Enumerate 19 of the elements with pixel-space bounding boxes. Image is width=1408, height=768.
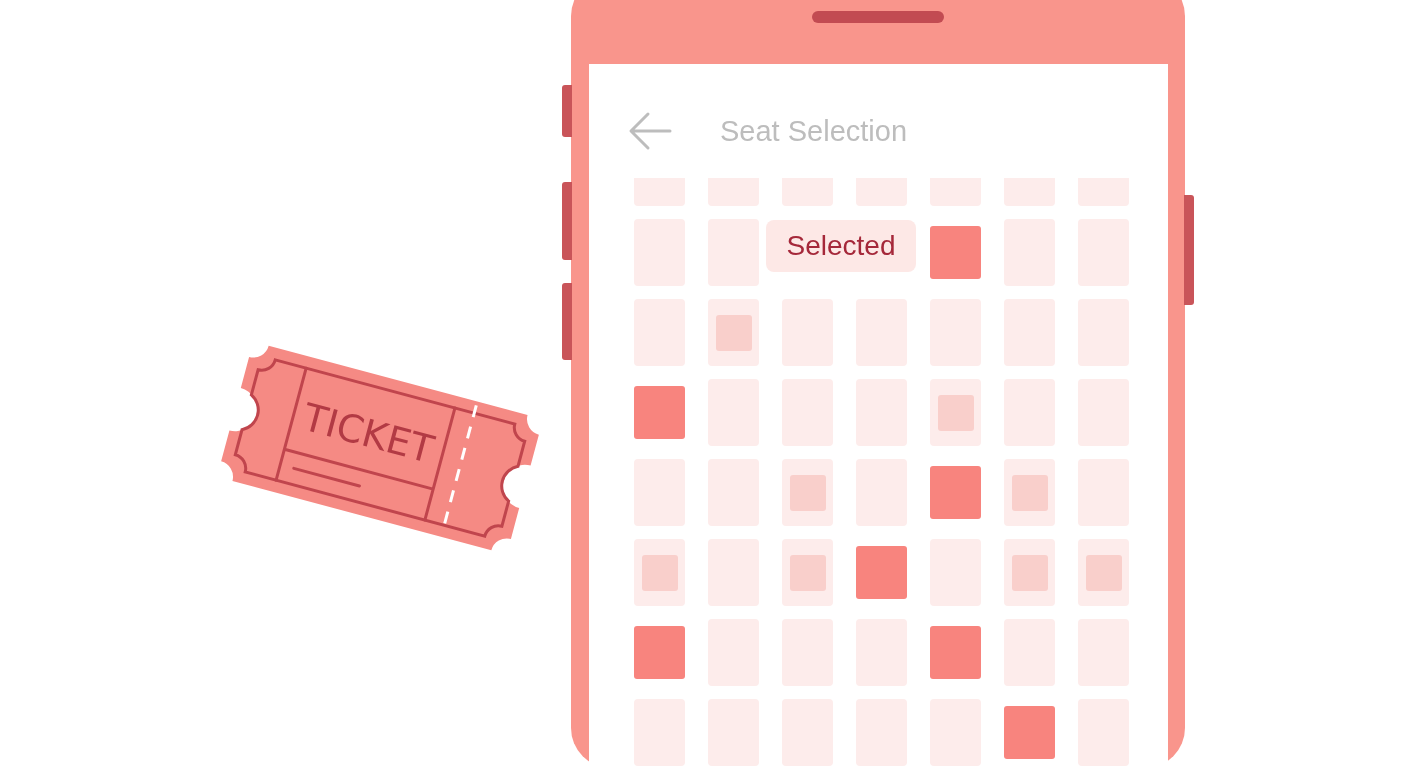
- seat[interactable]: [930, 226, 981, 279]
- seat[interactable]: [930, 466, 981, 519]
- ticket-text: TICKET: [298, 395, 439, 472]
- seat[interactable]: [1004, 706, 1055, 759]
- seat[interactable]: [708, 299, 759, 366]
- seat[interactable]: [634, 539, 685, 606]
- selected-label: Selected: [766, 220, 916, 272]
- seat[interactable]: [782, 459, 833, 526]
- seat[interactable]: [782, 539, 833, 606]
- back-icon[interactable]: [628, 111, 672, 151]
- seat[interactable]: [930, 379, 981, 446]
- seat[interactable]: [1004, 539, 1055, 606]
- seat[interactable]: [634, 626, 685, 679]
- seat[interactable]: [1078, 539, 1129, 606]
- screen-title: Seat Selection: [720, 114, 907, 149]
- seat[interactable]: [856, 546, 907, 599]
- seat[interactable]: [930, 626, 981, 679]
- seat[interactable]: [1004, 459, 1055, 526]
- seat[interactable]: [634, 386, 685, 439]
